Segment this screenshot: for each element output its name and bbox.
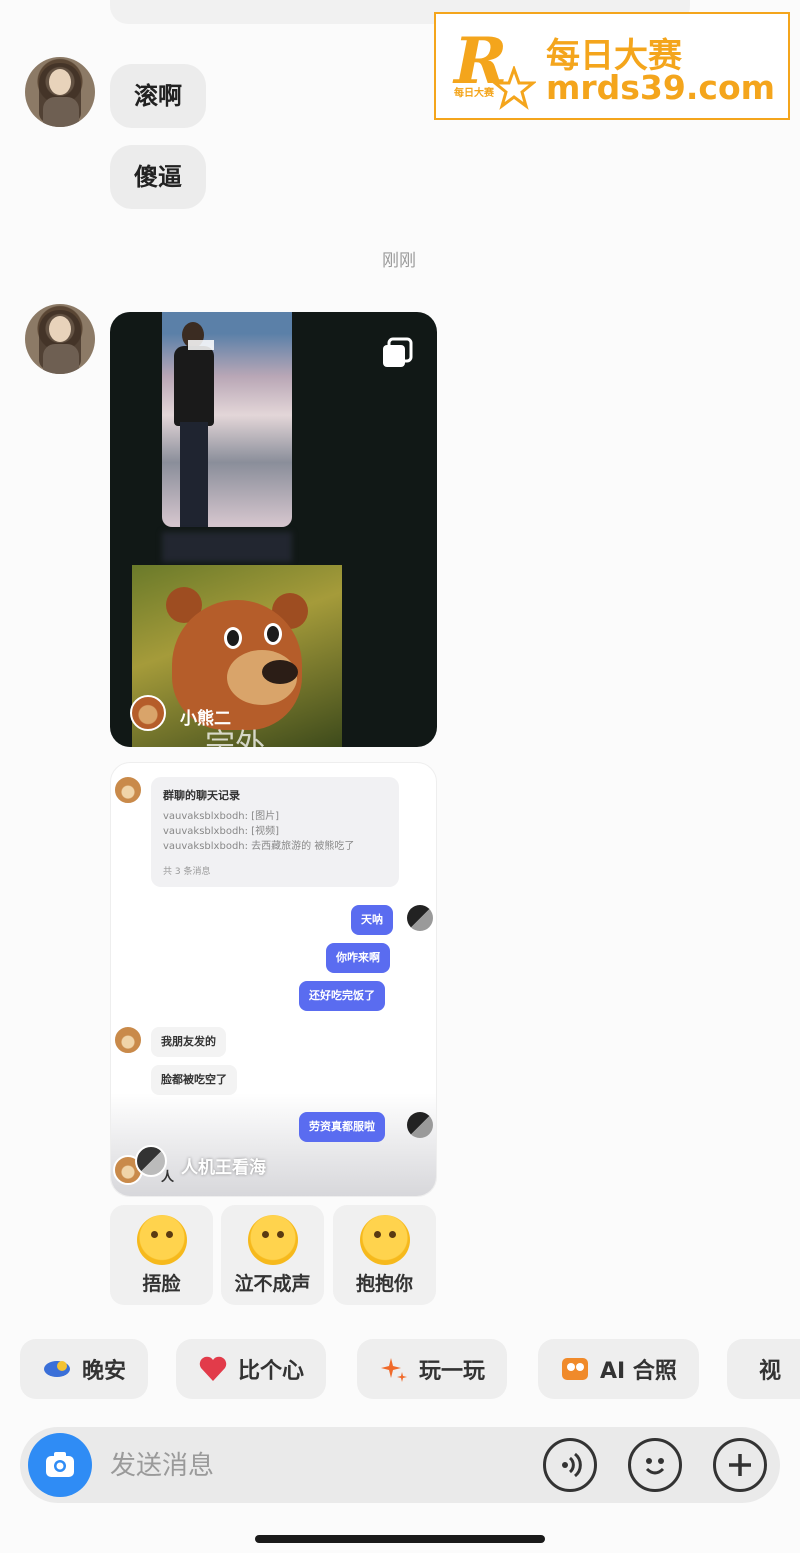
multi-image-icon (383, 337, 413, 367)
chip-goodnight[interactable]: 晚安 (20, 1339, 149, 1399)
record-my-avatar (407, 905, 433, 931)
record-my-avatar (407, 1112, 433, 1138)
contact-avatar[interactable] (25, 57, 95, 127)
forwarded-count: 共 3 条消息 (163, 867, 211, 877)
chip-ai-photo[interactable]: AI 合照 (538, 1339, 699, 1399)
chip-label: 比个心 (238, 1359, 305, 1384)
record-fade (111, 1093, 436, 1196)
plus-icon (729, 1454, 751, 1476)
watermark-logo: R 每日大赛 每日大赛 mrds39.com (434, 12, 790, 120)
forwarded-line: vauvaksblxbodh: [视频] (163, 826, 279, 837)
shared-video-card[interactable]: 小熊二 宗外 (110, 312, 437, 747)
watermark-url: mrds39.com (546, 68, 776, 107)
camera-icon (46, 1452, 74, 1477)
forwarded-chat-summary[interactable]: 群聊的聊天记录 vauvaksblxbodh: [图片] vauvaksblxb… (151, 777, 399, 887)
voice-button[interactable] (543, 1438, 597, 1492)
reaction-facepalm-button[interactable]: 捂脸 (110, 1205, 213, 1305)
message-text: 滚啊 (134, 82, 182, 110)
chip-label: 视 (759, 1359, 782, 1384)
record-author-suffix: 人 (161, 1170, 175, 1185)
reaction-label: 抱抱你 (355, 1273, 413, 1295)
message-timestamp: 刚刚 (382, 251, 416, 271)
record-bubble-right: 你咋来啊 (326, 943, 390, 973)
camera-button[interactable] (28, 1433, 92, 1497)
chip-video-call[interactable]: 视 (727, 1339, 800, 1399)
record-bubble-right: 劳资真都服啦 (299, 1112, 385, 1142)
message-bubble[interactable]: 滚啊 (110, 64, 206, 128)
forwarded-line: vauvaksblxbodh: [图片] (163, 811, 279, 822)
ai-photo-icon (562, 1358, 588, 1380)
chip-label: 玩一玩 (419, 1359, 486, 1384)
chip-heart[interactable]: 比个心 (176, 1339, 327, 1399)
record-author-name: 人机王看海 (181, 1158, 266, 1178)
facepalm-emoji-icon (136, 1215, 187, 1265)
hug-emoji-icon (359, 1215, 410, 1265)
video-author-avatar[interactable] (130, 695, 166, 731)
message-input-bar: 发送消息 (20, 1427, 780, 1503)
watermark-tag: 每日大赛 (454, 88, 494, 99)
message-text: 傻逼 (134, 163, 182, 191)
emoji-button[interactable] (628, 1438, 682, 1492)
record-bubble-left: 脸都被吃空了 (151, 1065, 237, 1095)
message-input[interactable]: 发送消息 (110, 1445, 214, 1482)
crying-emoji-icon (247, 1215, 298, 1265)
record-sender-avatar (113, 1025, 143, 1055)
chip-play[interactable]: 玩一玩 (357, 1339, 508, 1399)
reaction-label: 捂脸 (142, 1273, 181, 1295)
shared-chat-record-card[interactable]: 群聊的聊天记录 vauvaksblxbodh: [图片] vauvaksblxb… (110, 762, 437, 1197)
record-bubble-right: 天呐 (351, 905, 393, 935)
star-icon (492, 66, 536, 110)
moon-icon (44, 1361, 70, 1377)
smiley-icon (645, 1458, 665, 1475)
record-bubble-right: 还好吃完饭了 (299, 981, 385, 1011)
face-blur (188, 340, 214, 350)
reaction-hug-button[interactable]: 抱抱你 (333, 1205, 436, 1305)
voice-wave-icon (562, 1452, 582, 1478)
chip-label: AI 合照 (600, 1359, 677, 1384)
sparkle-icon (381, 1358, 407, 1382)
chat-screen: 滚啊 傻逼 刚刚 小熊二 宗外 群聊的聊天记录 vauvaksblxbodh: … (0, 0, 800, 1553)
more-button[interactable] (713, 1438, 767, 1492)
reaction-label: 泣不成声 (234, 1273, 311, 1295)
home-indicator[interactable] (255, 1535, 545, 1543)
blur-strip (162, 532, 292, 562)
heart-icon (199, 1356, 227, 1381)
record-sender-avatar (113, 775, 143, 805)
message-bubble[interactable]: 傻逼 (110, 145, 206, 209)
forwarded-chat-title: 群聊的聊天记录 (163, 789, 240, 802)
chip-label: 晚安 (82, 1359, 127, 1384)
person-figure (172, 322, 216, 527)
forwarded-line: vauvaksblxbodh: 去西藏旅游的 被熊吃了 (163, 841, 355, 852)
video-caption: 宗外 (205, 728, 265, 747)
record-bubble-left: 我朋友发的 (151, 1027, 226, 1057)
contact-avatar[interactable] (25, 304, 95, 374)
reaction-crying-button[interactable]: 泣不成声 (221, 1205, 324, 1305)
